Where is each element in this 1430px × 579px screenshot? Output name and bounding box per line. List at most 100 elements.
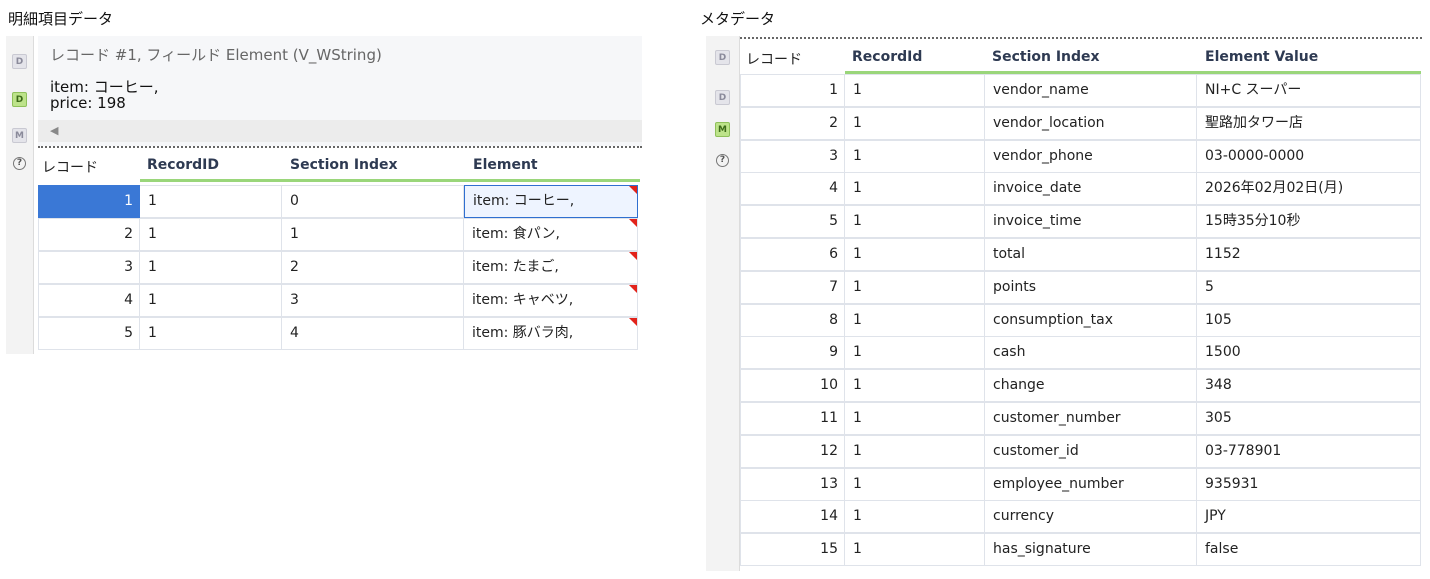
table-row[interactable]: 8 1 consumption_tax 105 [740, 303, 1422, 337]
record-number-cell[interactable]: 3 [38, 251, 140, 284]
recordid-cell[interactable]: 1 [845, 205, 985, 239]
record-number-cell[interactable]: 10 [740, 369, 845, 403]
record-number-cell[interactable]: 11 [740, 402, 845, 435]
element-value-cell[interactable]: 305 [1197, 402, 1421, 435]
table-row[interactable]: 14 1 currency JPY [740, 500, 1422, 534]
recordid-cell[interactable]: 1 [845, 369, 985, 403]
table-row[interactable]: 1 1 vendor_name NI+C スーパー [740, 74, 1422, 107]
element-value-cell[interactable]: 15時35分10秒 [1197, 205, 1421, 239]
column-header-element-value[interactable]: Element Value [1205, 49, 1318, 65]
recordid-cell[interactable]: 1 [140, 317, 282, 350]
table-row[interactable]: 7 1 points 5 [740, 270, 1422, 304]
section-index-cell[interactable]: 4 [282, 317, 464, 350]
element-value-cell[interactable]: JPY [1197, 500, 1421, 534]
element-value-cell[interactable]: false [1197, 533, 1421, 567]
element-value-cell[interactable]: 03-778901 [1197, 434, 1421, 468]
column-header-element[interactable]: Element [473, 157, 538, 173]
record-number-cell[interactable]: 13 [740, 467, 845, 501]
data-active-icon[interactable]: D [12, 92, 27, 107]
recordid-cell[interactable]: 1 [140, 185, 282, 218]
recordid-cell[interactable]: 1 [140, 251, 282, 284]
element-value-cell[interactable]: 2026年02月02日(月) [1197, 172, 1421, 206]
recordid-cell[interactable]: 1 [845, 402, 985, 435]
element-value-cell[interactable]: 1152 [1197, 238, 1421, 271]
table-row[interactable]: 10 1 change 348 [740, 369, 1422, 403]
record-number-cell[interactable]: 2 [38, 218, 140, 251]
table-row[interactable]: 2 1 1 item: 食パン, [38, 218, 640, 251]
record-number-cell[interactable]: 1 [740, 74, 845, 107]
element-value-cell[interactable]: 03-0000-0000 [1197, 139, 1421, 173]
section-index-cell[interactable]: 2 [282, 251, 464, 284]
recordid-cell[interactable]: 1 [140, 284, 282, 317]
section-index-cell[interactable]: customer_number [985, 402, 1197, 435]
table-row[interactable]: 6 1 total 1152 [740, 238, 1422, 271]
horizontal-scrollbar[interactable]: ◀ [38, 120, 642, 142]
recordid-cell[interactable]: 1 [845, 270, 985, 304]
table-row[interactable]: 12 1 customer_id 03-778901 [740, 434, 1422, 468]
data-icon[interactable]: D [12, 54, 27, 69]
data-icon[interactable]: D [715, 90, 730, 105]
record-number-cell[interactable]: 12 [740, 434, 845, 468]
element-cell[interactable]: item: 食パン, [464, 218, 638, 251]
section-index-cell[interactable]: cash [985, 336, 1197, 370]
record-number-cell[interactable]: 3 [740, 139, 845, 173]
table-row[interactable]: 4 1 3 item: キャベツ, [38, 284, 640, 317]
table-row[interactable]: 13 1 employee_number 935931 [740, 467, 1422, 501]
section-index-cell[interactable]: points [985, 270, 1197, 304]
section-index-cell[interactable]: has_signature [985, 533, 1197, 567]
table-row[interactable]: 4 1 invoice_date 2026年02月02日(月) [740, 172, 1422, 206]
element-value-cell[interactable]: 1500 [1197, 336, 1421, 370]
table-row[interactable]: 1 1 0 item: コーヒー, [38, 185, 640, 218]
record-number-cell[interactable]: 14 [740, 500, 845, 534]
section-index-cell[interactable]: consumption_tax [985, 303, 1197, 337]
column-header-section-index[interactable]: Section Index [992, 49, 1100, 65]
section-index-cell[interactable]: invoice_time [985, 205, 1197, 239]
record-number-cell[interactable]: 1 [38, 185, 140, 218]
record-number-cell[interactable]: 7 [740, 270, 845, 304]
recordid-cell[interactable]: 1 [845, 139, 985, 173]
table-row[interactable]: 9 1 cash 1500 [740, 336, 1422, 370]
section-index-cell[interactable]: vendor_phone [985, 139, 1197, 173]
recordid-cell[interactable]: 1 [845, 336, 985, 370]
record-number-cell[interactable]: 6 [740, 238, 845, 271]
column-header-section-index[interactable]: Section Index [290, 157, 398, 173]
metadata-active-icon[interactable]: M [715, 122, 730, 137]
table-row[interactable]: 3 1 2 item: たまご, [38, 251, 640, 284]
section-index-cell[interactable]: 0 [282, 185, 464, 218]
table-row[interactable]: 11 1 customer_number 305 [740, 402, 1422, 435]
section-index-cell[interactable]: customer_id [985, 434, 1197, 468]
recordid-cell[interactable]: 1 [845, 106, 985, 140]
element-value-cell[interactable]: 聖路加タワー店 [1197, 106, 1421, 140]
element-value-cell[interactable]: 935931 [1197, 467, 1421, 501]
recordid-cell[interactable]: 1 [845, 467, 985, 501]
recordid-cell[interactable]: 1 [140, 218, 282, 251]
recordid-cell[interactable]: 1 [845, 434, 985, 468]
help-icon[interactable]: ? [716, 154, 729, 167]
recordid-cell[interactable]: 1 [845, 74, 985, 107]
data-icon[interactable]: D [715, 50, 730, 65]
record-number-cell[interactable]: 15 [740, 533, 845, 567]
column-header-record[interactable]: レコード [746, 49, 802, 69]
scroll-left-icon[interactable]: ◀ [50, 124, 58, 137]
recordid-cell[interactable]: 1 [845, 303, 985, 337]
table-row[interactable]: 3 1 vendor_phone 03-0000-0000 [740, 139, 1422, 173]
section-index-cell[interactable]: invoice_date [985, 172, 1197, 206]
recordid-cell[interactable]: 1 [845, 533, 985, 567]
table-row[interactable]: 15 1 has_signature false [740, 533, 1422, 567]
element-cell[interactable]: item: たまご, [464, 251, 638, 284]
record-number-cell[interactable]: 4 [38, 284, 140, 317]
section-index-cell[interactable]: total [985, 238, 1197, 271]
element-cell[interactable]: item: キャベツ, [464, 284, 638, 317]
element-cell[interactable]: item: 豚バラ肉, [464, 317, 638, 350]
record-number-cell[interactable]: 4 [740, 172, 845, 206]
section-index-cell[interactable]: vendor_location [985, 106, 1197, 140]
record-number-cell[interactable]: 2 [740, 106, 845, 140]
table-row[interactable]: 2 1 vendor_location 聖路加タワー店 [740, 106, 1422, 140]
element-value-cell[interactable]: 105 [1197, 303, 1421, 337]
help-icon[interactable]: ? [13, 157, 26, 170]
column-header-record[interactable]: レコード [42, 157, 98, 177]
element-value-cell[interactable]: NI+C スーパー [1197, 74, 1421, 107]
recordid-cell[interactable]: 1 [845, 172, 985, 206]
section-index-cell[interactable]: currency [985, 500, 1197, 534]
table-row[interactable]: 5 1 4 item: 豚バラ肉, [38, 317, 640, 350]
